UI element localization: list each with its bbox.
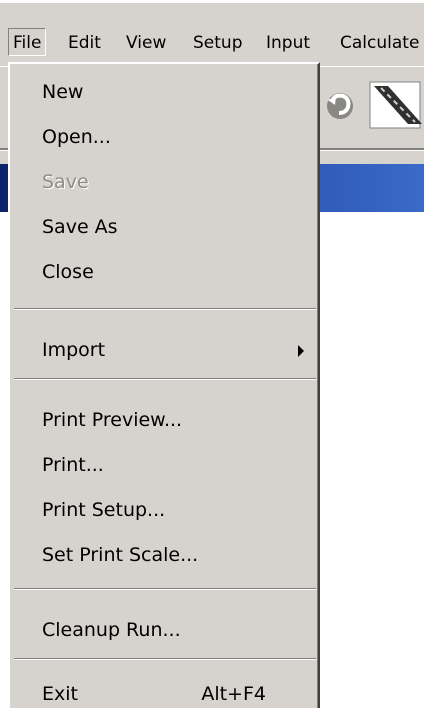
menu-item-exit[interactable]: Exit Alt+F4	[10, 676, 318, 708]
menu-item-print-preview[interactable]: Print Preview...	[10, 402, 318, 438]
undo-icon	[320, 84, 360, 126]
menu-separator	[14, 588, 316, 590]
road-icon	[369, 81, 422, 129]
submenu-arrow-icon	[298, 345, 304, 357]
menu-separator	[14, 378, 316, 380]
menu-item-cleanup-run[interactable]: Cleanup Run...	[10, 612, 318, 648]
undo-button[interactable]	[316, 78, 364, 132]
application-window: File Edit View Setup Input Calculate New…	[0, 0, 424, 708]
menu-item-save-as[interactable]: Save As	[10, 209, 318, 245]
menu-file[interactable]: File	[8, 28, 47, 56]
menu-item-print[interactable]: Print...	[10, 447, 318, 483]
menu-setup[interactable]: Setup	[193, 29, 242, 57]
menu-separator	[14, 658, 316, 660]
menu-item-set-print-scale[interactable]: Set Print Scale...	[10, 537, 318, 573]
menu-calculate[interactable]: Calculate	[340, 29, 419, 57]
file-menu-dropdown: New Open... Save Save As Close Import Pr…	[8, 62, 320, 708]
road-tool-button[interactable]	[368, 78, 424, 132]
menu-separator	[14, 308, 316, 310]
menu-edit[interactable]: Edit	[68, 29, 101, 57]
menu-item-exit-label: Exit	[42, 683, 78, 705]
menu-item-save: Save	[42, 171, 89, 193]
menu-item-new[interactable]: New	[10, 74, 318, 110]
menu-item-close[interactable]: Close	[10, 254, 318, 290]
menu-bar: File Edit View Setup Input Calculate	[0, 0, 424, 66]
menu-input[interactable]: Input	[266, 29, 310, 57]
menu-view[interactable]: View	[126, 29, 166, 57]
shortcut-label: Alt+F4	[201, 683, 266, 705]
menu-item-print-setup[interactable]: Print Setup...	[10, 492, 318, 528]
menu-item-open[interactable]: Open...	[10, 119, 318, 155]
menu-item-import[interactable]: Import	[10, 332, 318, 368]
menu-item-import-label: Import	[42, 339, 106, 361]
